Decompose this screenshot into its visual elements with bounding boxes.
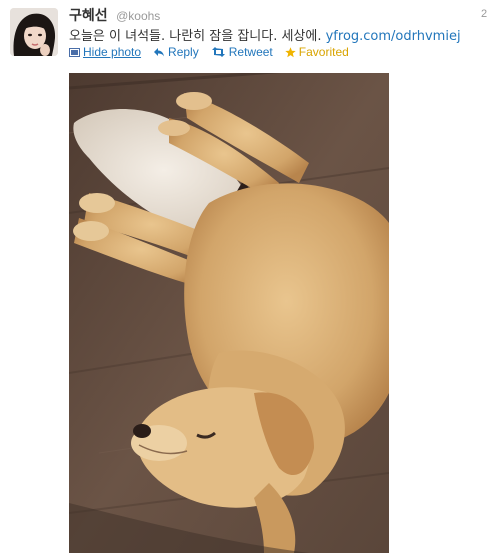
star-icon: [285, 46, 296, 57]
tweet-link[interactable]: yfrog.com/odrhvmiej: [326, 29, 461, 44]
reply-button[interactable]: Reply: [153, 45, 199, 59]
favorite-button[interactable]: Favorited: [285, 45, 349, 59]
avatar-image: [10, 8, 58, 56]
photo-icon: [69, 47, 80, 57]
dog-and-cat-photo: [69, 73, 389, 553]
screen-name[interactable]: @koohs: [116, 9, 160, 23]
tweet-actions: Hide photo Reply Retweet Favorited: [69, 45, 361, 59]
avatar[interactable]: [10, 8, 58, 56]
timestamp[interactable]: 2: [481, 8, 491, 20]
reply-label: Reply: [168, 45, 199, 59]
hide-photo-button[interactable]: Hide photo: [69, 45, 141, 59]
tweet: 구혜선 @koohs 2 오늘은 이 녀석들. 나란히 잠을 잡니다. 세상에.…: [0, 0, 491, 558]
retweet-label: Retweet: [228, 45, 273, 59]
tweet-header: 구혜선 @koohs: [69, 5, 160, 25]
retweet-button[interactable]: Retweet: [211, 45, 273, 59]
favorited-label: Favorited: [298, 45, 349, 59]
retweet-icon: [211, 47, 225, 57]
tweet-text-body: 오늘은 이 녀석들. 나란히 잠을 잡니다. 세상에.: [69, 29, 326, 44]
reply-arrow-icon: [154, 48, 165, 57]
display-name[interactable]: 구혜선: [69, 8, 108, 24]
tweet-photo[interactable]: [69, 73, 389, 553]
hide-photo-label: Hide photo: [83, 45, 142, 59]
tweet-text: 오늘은 이 녀석들. 나란히 잠을 잡니다. 세상에. yfrog.com/od…: [69, 25, 491, 44]
